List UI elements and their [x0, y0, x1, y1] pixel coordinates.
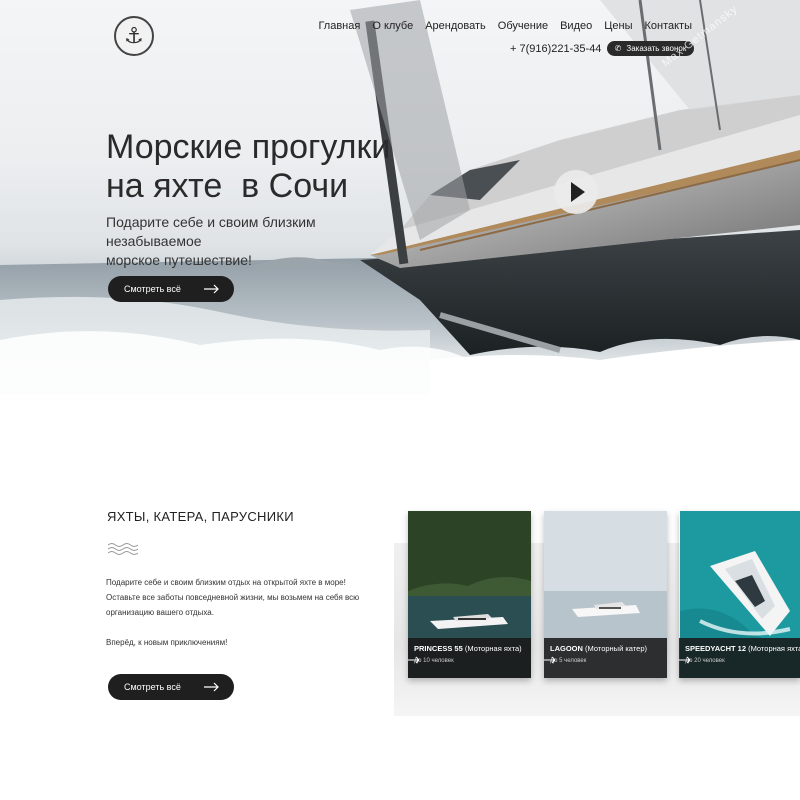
nav-item-contacts[interactable]: Контакты [644, 20, 692, 32]
arrow-right-icon [408, 656, 420, 664]
hero-title-line2: на яхте в Сочи [106, 167, 349, 205]
yacht-card-type: (Моторный катер) [585, 644, 647, 653]
hero-title-line1: Морские прогулки [106, 128, 391, 166]
hero-view-all-button[interactable]: Смотреть всё [108, 276, 234, 302]
hero-view-all-label: Смотреть всё [124, 284, 181, 294]
yacht-card-label: LAGOON (Моторный катер) До 5 человек [544, 638, 667, 678]
yacht-card-name-row: SPEEDYACHT 12 (Моторная яхта) [685, 644, 800, 653]
yacht-card-type: (Моторная яхта) [464, 644, 522, 653]
logo[interactable]: ⚓ [114, 16, 154, 56]
yacht-card-label: SPEEDYACHT 12 (Моторная яхта) До 20 чело… [679, 638, 800, 678]
waves-icon [108, 543, 138, 555]
section-description: Подарите себе и своим близким отдых на о… [106, 575, 376, 650]
hero-title: Морские прогулки на яхте в Сочи [106, 128, 436, 206]
yacht-card-capacity: До 20 человек [685, 658, 725, 664]
nav-item-rent[interactable]: Арендовать [425, 20, 486, 32]
yacht-card-name-row: LAGOON (Моторный катер) [550, 644, 661, 653]
yacht-card-name-row: PRINCESS 55 (Моторная яхта) [414, 644, 525, 653]
hero-subtitle: Подарите себе и своим близким незабываем… [106, 213, 406, 270]
section-view-all-label: Смотреть всё [124, 682, 181, 692]
main-nav: Главная О клубе Арендовать Обучение Виде… [318, 20, 692, 32]
section-view-all-button[interactable]: Смотреть всё [108, 674, 234, 700]
yacht-card-name: PRINCESS 55 [414, 644, 463, 653]
section-paragraph-1-line2: Оставьте все заботы повседневной жизни, … [106, 593, 360, 602]
yacht-card-name: LAGOON [550, 644, 583, 653]
yacht-card-lagoon[interactable]: LAGOON (Моторный катер) До 5 человек [544, 511, 667, 678]
nav-item-training[interactable]: Обучение [498, 20, 548, 32]
section-title: ЯХТЫ, КАТЕРА, ПАРУСНИКИ [107, 509, 294, 524]
yacht-card-capacity: До 10 человек [414, 658, 454, 664]
phone-icon: ✆ [614, 44, 622, 53]
nav-item-about[interactable]: О клубе [372, 20, 413, 32]
section-paragraph-2: Вперёд, к новым приключениям! [106, 638, 228, 647]
yacht-card-speedyacht[interactable]: SPEEDYACHT 12 (Моторная яхта) До 20 чело… [679, 511, 800, 678]
anchor-icon: ⚓ [124, 23, 144, 48]
nav-item-prices[interactable]: Цены [604, 20, 632, 32]
yacht-card-capacity: До 5 человек [550, 658, 587, 664]
section-paragraph-1: Подарите себе и своим близким отдых на о… [106, 575, 376, 620]
yacht-card-princess[interactable]: PRINCESS 55 (Моторная яхта) До 10 челове… [408, 511, 531, 678]
arrow-right-icon [204, 682, 219, 692]
play-video-button[interactable] [554, 170, 598, 214]
yacht-card-type: (Моторная яхта) [748, 644, 800, 653]
arrow-right-icon [204, 284, 219, 294]
nav-item-home[interactable]: Главная [318, 20, 360, 32]
arrow-right-icon [544, 656, 556, 664]
section-paragraph-1-line1: Подарите себе и своим близким отдых на о… [106, 578, 346, 587]
hero-subtitle-line1: Подарите себе и своим близким незабываем… [106, 214, 316, 249]
arrow-right-icon [679, 656, 691, 664]
phone-number[interactable]: + 7(916)221-35-44 [510, 43, 601, 55]
section-paragraph-1-line3: организацию вашего отдыха. [106, 608, 214, 617]
yacht-card-label: PRINCESS 55 (Моторная яхта) До 10 челове… [408, 638, 531, 678]
hero-subtitle-line2: морское путешествие! [106, 252, 252, 268]
hero-section: ⚓ Главная О клубе Арендовать Обучение Ви… [0, 0, 800, 395]
yacht-card-name: SPEEDYACHT 12 [685, 644, 746, 653]
nav-item-video[interactable]: Видео [560, 20, 592, 32]
